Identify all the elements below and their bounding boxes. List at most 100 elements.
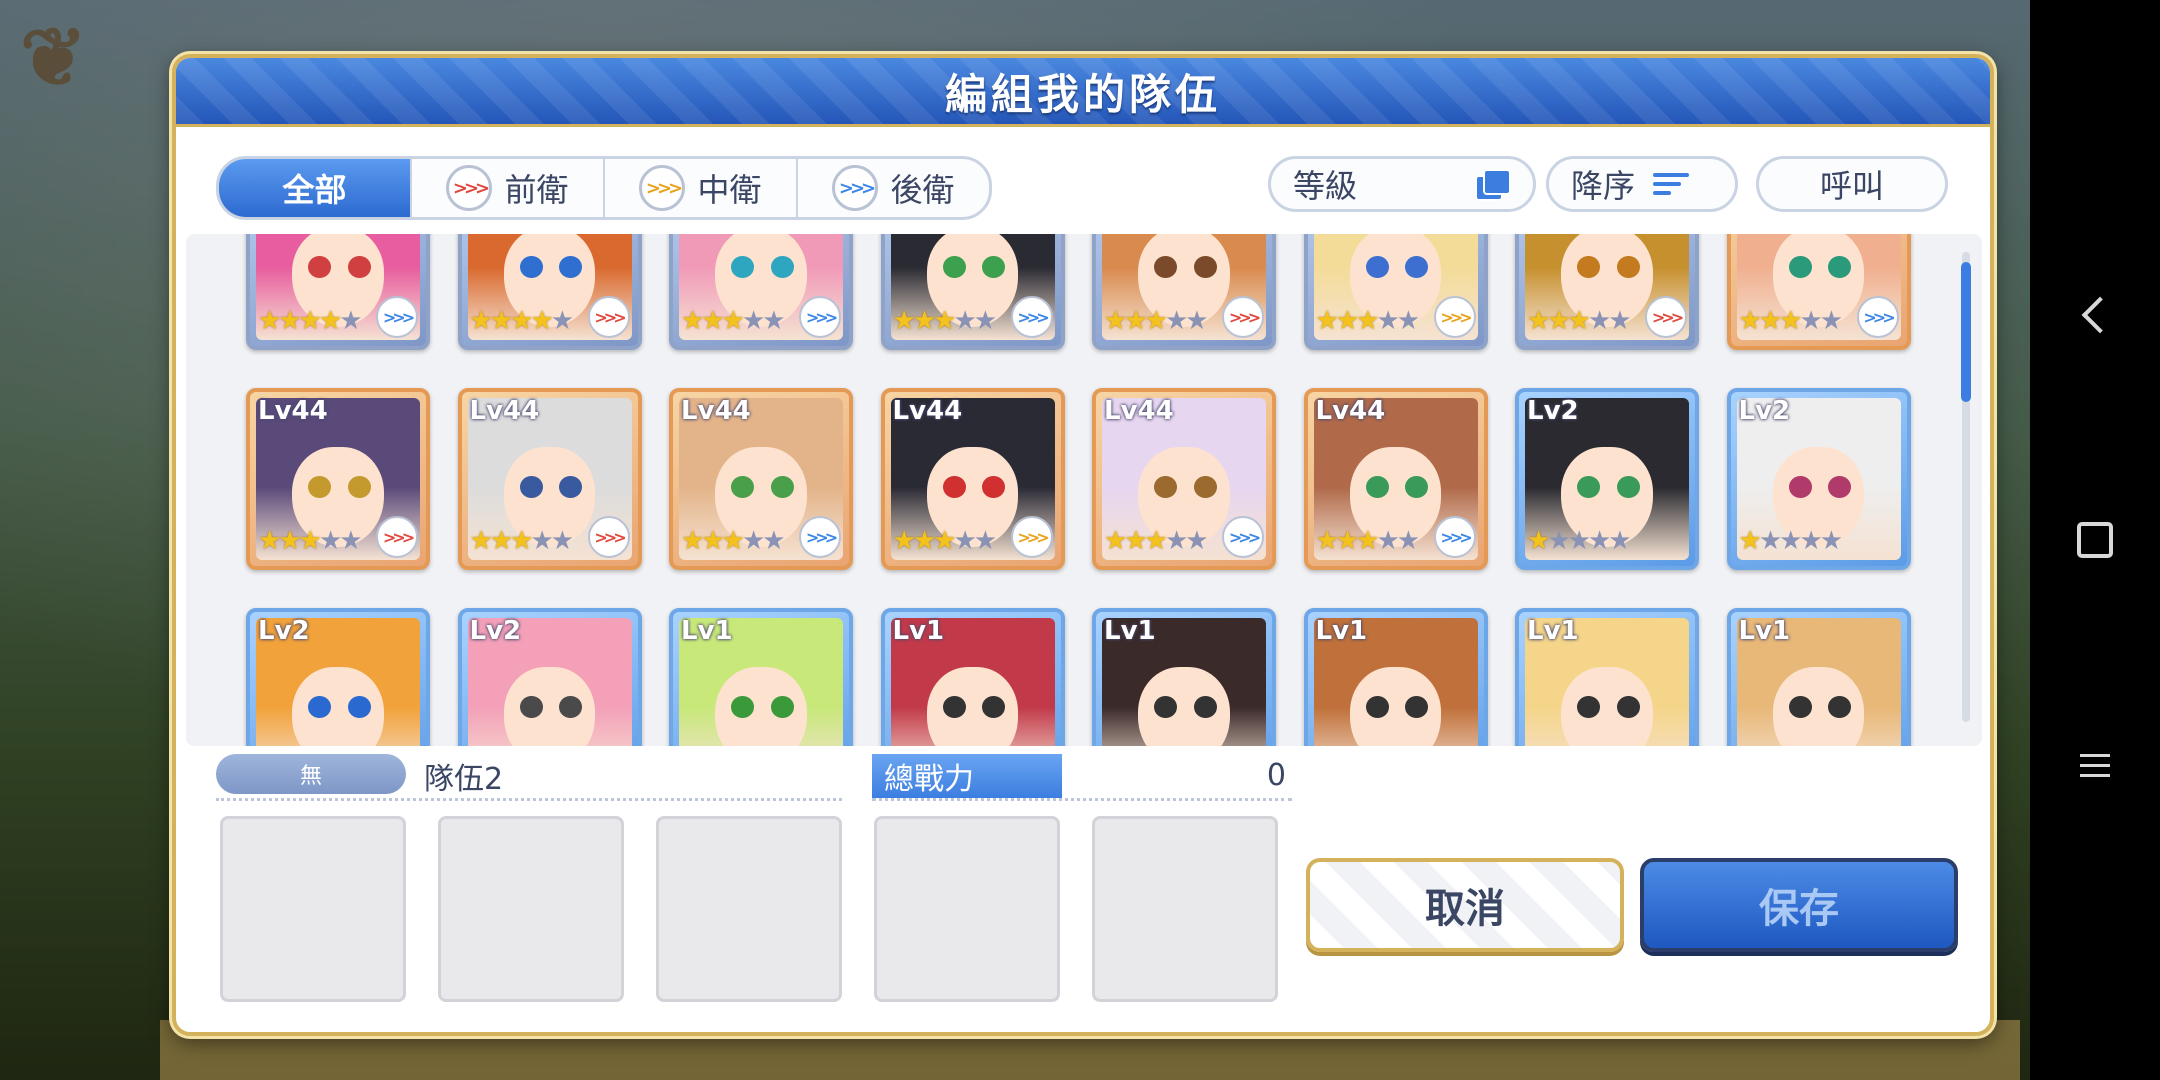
tab-all[interactable]: 全部 [219, 159, 412, 217]
character-level: Lv1 [1738, 616, 1791, 646]
star-rating: ★★★★★ [1315, 306, 1421, 336]
star-icon: ★ [258, 306, 281, 336]
star-icon: ★ [1799, 526, 1822, 556]
cancel-button[interactable]: 取消 [1306, 858, 1624, 952]
character-card[interactable]: Lv44★★★★★>>> [1092, 388, 1276, 570]
character-card[interactable]: Lv44★★★★★>>> [457, 388, 642, 570]
portrait-eye [1616, 475, 1640, 499]
tab-label: 前衛 [504, 171, 569, 209]
star-icon: ★ [762, 306, 785, 336]
character-card[interactable]: Lv46★★★★★>>> [457, 234, 642, 350]
roster-scrollbar[interactable] [1961, 252, 1971, 722]
character-card[interactable]: Lv2★★★★★ [457, 608, 642, 746]
star-icon: ★ [339, 306, 362, 336]
save-button[interactable]: 保存 [1640, 858, 1958, 952]
sort-by-level-button[interactable]: 等級 [1268, 156, 1536, 212]
star-icon: ★ [298, 306, 322, 336]
character-card[interactable]: Lv46★★★★★>>> [1303, 234, 1488, 350]
star-icon: ★ [1104, 526, 1127, 556]
character-level: Lv1 [1527, 616, 1579, 646]
sort-order-button[interactable]: 降序 [1546, 156, 1738, 212]
star-rating: ★★★★★ [258, 526, 363, 556]
star-rating: ★★★★★ [681, 306, 786, 336]
star-icon: ★ [550, 526, 574, 556]
character-card[interactable]: Lv1★★★★★ [1515, 608, 1699, 746]
character-card[interactable]: Lv44★★★★★>>> [669, 388, 853, 570]
role-back-icon: >>> [1856, 296, 1899, 338]
star-icon: ★ [530, 306, 553, 336]
role-front-icon: >>> [587, 516, 630, 558]
character-card[interactable]: Lv46★★★★★>>> [1092, 234, 1276, 350]
star-icon: ★ [1738, 306, 1762, 336]
star-icon: ★ [1315, 306, 1339, 336]
star-rating: ★★★★★ [1738, 306, 1844, 336]
home-icon[interactable] [2065, 510, 2125, 570]
character-card[interactable]: Lv2★★★★★ [246, 608, 430, 746]
star-icon: ★ [339, 526, 362, 556]
star-icon: ★ [1547, 526, 1570, 556]
star-icon: ★ [1144, 306, 1168, 336]
character-card[interactable]: Lv1★★★★★ [1303, 608, 1488, 746]
star-icon: ★ [973, 306, 997, 336]
character-level: Lv2 [258, 616, 310, 646]
character-level: Lv44 [892, 396, 963, 426]
star-icon: ★ [1144, 526, 1168, 556]
portrait-eye [1788, 475, 1812, 499]
character-card[interactable]: Lv2★★★★★ [1515, 388, 1699, 570]
portrait-eye [1365, 695, 1389, 719]
portrait-eye [942, 255, 966, 279]
star-icon: ★ [1608, 526, 1631, 556]
star-icon: ★ [741, 526, 765, 556]
character-card[interactable]: Lv46★★★★★>>> [880, 234, 1065, 350]
sort-descending-icon [1653, 168, 1690, 200]
character-card[interactable]: Lv1★★★★★ [1726, 608, 1911, 746]
character-card[interactable]: Lv2★★★★★ [1726, 388, 1911, 570]
portrait-eye [1365, 475, 1389, 499]
star-icon: ★ [892, 526, 916, 556]
star-icon: ★ [469, 306, 493, 336]
team-slot-2[interactable] [438, 816, 624, 1002]
team-slot-1[interactable] [220, 816, 406, 1002]
portrait-eye [1365, 255, 1389, 279]
team-slot-3[interactable] [656, 816, 842, 1002]
role-back-icon: >>> [799, 296, 841, 338]
character-card[interactable]: Lv44★★★★★>>> [1726, 234, 1911, 350]
star-icon: ★ [530, 526, 553, 556]
role-back-icon: >>> [1010, 296, 1053, 338]
star-icon: ★ [489, 526, 513, 556]
star-icon: ★ [278, 306, 301, 336]
team-name: 隊伍2 [424, 762, 504, 797]
portrait-eye [519, 695, 543, 719]
star-rating: ★★★★★ [1316, 526, 1421, 556]
character-card[interactable]: Lv46★★★★★>>> [246, 234, 430, 350]
tab-middle[interactable]: >>> 中衛 [605, 159, 798, 217]
character-level: Lv2 [469, 616, 522, 646]
tab-front[interactable]: >>> 前衛 [412, 159, 605, 217]
team-slot-5[interactable] [1092, 816, 1278, 1002]
portrait-eye [770, 475, 794, 499]
scroll-thumb[interactable] [1961, 262, 1971, 402]
star-icon: ★ [973, 526, 997, 556]
character-card[interactable]: Lv1★★★★★ [669, 608, 853, 746]
tab-back[interactable]: >>> 後衛 [798, 159, 989, 217]
character-card[interactable]: Lv44★★★★★>>> [1515, 234, 1699, 350]
character-card[interactable]: Lv1★★★★★ [880, 608, 1065, 746]
sort-level-label: 等級 [1293, 167, 1358, 205]
tab-label: 全部 [282, 171, 347, 209]
character-card[interactable]: Lv1★★★★★ [1092, 608, 1276, 746]
back-icon[interactable] [2065, 285, 2125, 345]
call-button[interactable]: 呼叫 [1756, 156, 1948, 212]
call-label: 呼叫 [1819, 167, 1884, 205]
team-slot-4[interactable] [874, 816, 1060, 1002]
character-card[interactable]: Lv44★★★★★>>> [880, 388, 1065, 570]
star-icon: ★ [1185, 526, 1208, 556]
star-icon: ★ [1587, 306, 1611, 336]
star-icon: ★ [681, 306, 704, 336]
menu-icon[interactable] [2065, 735, 2125, 795]
character-card[interactable]: Lv44★★★★★>>> [1303, 388, 1488, 570]
character-card[interactable]: Lv46★★★★★>>> [669, 234, 853, 350]
character-card[interactable]: Lv44★★★★★>>> [246, 388, 430, 570]
portrait-eye [1616, 695, 1640, 719]
star-icon: ★ [1164, 526, 1188, 556]
star-icon: ★ [1738, 526, 1762, 556]
